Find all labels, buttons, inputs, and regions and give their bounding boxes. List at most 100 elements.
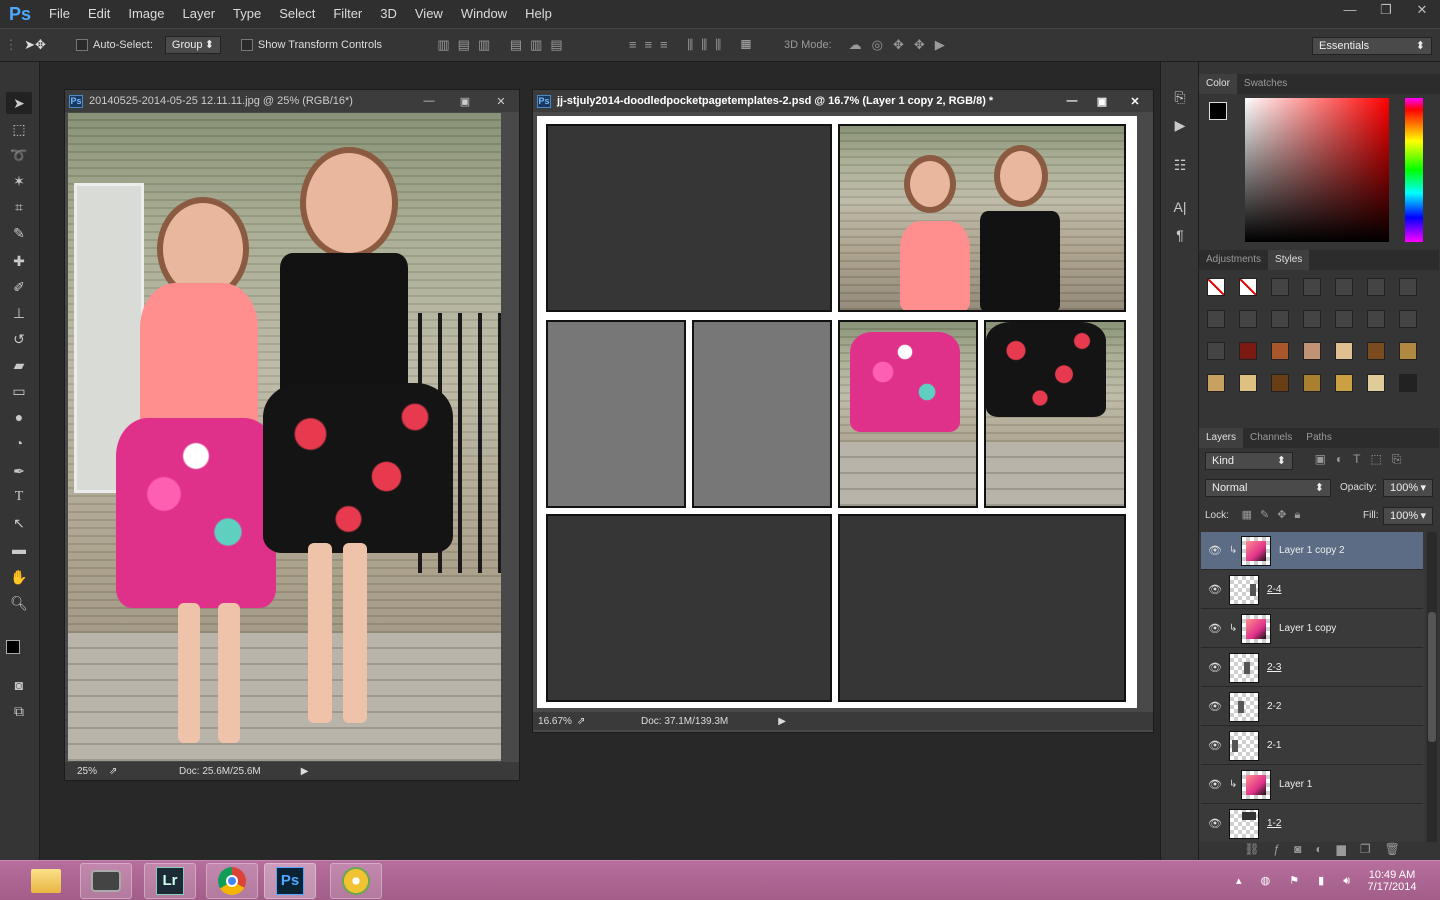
status-arrow-icon[interactable]: ▶ xyxy=(301,766,309,777)
share-icon[interactable]: ⇗ xyxy=(577,716,641,727)
layers-footer-icons[interactable]: ⛓ƒ◙◐▆❐🗑︎ xyxy=(1229,842,1429,860)
visibility-eye-icon[interactable]: 👁︎ xyxy=(1201,778,1229,791)
visibility-eye-icon[interactable]: 👁︎ xyxy=(1201,622,1229,635)
visibility-eye-icon[interactable]: 👁︎ xyxy=(1201,817,1229,830)
share-icon[interactable]: ⇗ xyxy=(109,766,179,777)
photoshop-taskbar-icon[interactable]: Ps xyxy=(264,863,316,899)
zoom-level[interactable]: 16.67% xyxy=(533,716,577,727)
history-panel-icon[interactable]: ⎘ xyxy=(1167,86,1193,108)
paragraph-panel-icon[interactable]: ¶ xyxy=(1167,224,1193,246)
layer-filter-icons[interactable]: ▣◐T⬚⎘ xyxy=(1303,452,1423,467)
style-swatch[interactable] xyxy=(1367,310,1385,328)
align-icons[interactable]: ▥▤▥ ▤▥▤ xyxy=(404,37,604,53)
auto-select-dropdown[interactable]: Group ⬍ xyxy=(164,36,221,54)
quick-mask-icon[interactable]: ◙ xyxy=(6,674,32,696)
doc-close-button[interactable]: ✕ xyxy=(483,95,519,108)
style-swatch[interactable] xyxy=(1239,342,1257,360)
tab-channels[interactable]: Channels xyxy=(1243,428,1299,448)
3d-mode-icons[interactable]: ☁◎✥✥▶ xyxy=(842,37,962,53)
style-swatch[interactable] xyxy=(1335,374,1353,392)
opacity-input[interactable]: 100% ▾ xyxy=(1383,479,1433,497)
pen-tool-icon[interactable]: ✒ xyxy=(6,460,32,482)
layer-row[interactable]: 👁︎ 2-2 xyxy=(1201,688,1423,726)
style-swatch[interactable] xyxy=(1335,310,1353,328)
style-swatch[interactable] xyxy=(1399,310,1417,328)
layer-name[interactable]: 2-3 xyxy=(1267,662,1281,673)
style-swatch[interactable] xyxy=(1207,342,1225,360)
layer-filter-dropdown[interactable]: Kind ⬍ xyxy=(1205,452,1293,470)
restore-button[interactable]: ❐ xyxy=(1368,0,1404,20)
eyedropper-icon[interactable]: ✎ xyxy=(6,222,32,244)
doc-minimize-button[interactable]: — xyxy=(1057,95,1087,107)
doc-close-button[interactable]: ✕ xyxy=(1117,95,1153,108)
transform-controls-checkbox[interactable] xyxy=(240,39,253,51)
style-swatch[interactable] xyxy=(1303,278,1321,296)
clock[interactable]: 10:49 AM 7/17/2014 xyxy=(1352,861,1432,900)
eraser-tool-icon[interactable]: ▰ xyxy=(6,354,32,376)
crop-tool-icon[interactable]: ⌗ xyxy=(6,196,32,218)
style-swatch[interactable] xyxy=(1399,374,1417,392)
chrome-icon[interactable] xyxy=(206,863,258,899)
auto-select-checkbox[interactable] xyxy=(76,39,88,51)
menu-edit[interactable]: Edit xyxy=(79,0,119,28)
actions-panel-icon[interactable]: ▶ xyxy=(1167,114,1193,136)
layer-row[interactable]: 👁︎ ↳ Layer 1 copy xyxy=(1201,610,1423,648)
menu-select[interactable]: Select xyxy=(270,0,324,28)
style-swatch[interactable] xyxy=(1239,310,1257,328)
style-swatch[interactable] xyxy=(1335,278,1353,296)
properties-panel-icon[interactable]: ☷ xyxy=(1167,154,1193,176)
layer-row[interactable]: 👁︎ ↳ Layer 1 xyxy=(1201,766,1423,804)
style-swatch[interactable] xyxy=(1271,374,1289,392)
magic-wand-icon[interactable]: ✶ xyxy=(6,170,32,192)
style-swatch[interactable] xyxy=(1367,374,1385,392)
tab-styles[interactable]: Styles xyxy=(1268,250,1310,270)
tab-paths[interactable]: Paths xyxy=(1299,428,1339,448)
path-selection-icon[interactable]: ↖ xyxy=(6,512,32,534)
style-swatch[interactable] xyxy=(1271,278,1289,296)
zoom-tool-icon[interactable]: 🔍︎ xyxy=(6,592,32,614)
workspace-dropdown[interactable]: Essentials ⬍ xyxy=(1312,37,1432,55)
style-none[interactable] xyxy=(1239,278,1257,296)
screen-mode-icon[interactable]: ⧉ xyxy=(6,700,32,722)
history-brush-icon[interactable]: ↺ xyxy=(6,328,32,350)
layer-name[interactable]: Layer 1 xyxy=(1279,779,1312,790)
style-swatch[interactable] xyxy=(1303,342,1321,360)
menu-file[interactable]: File xyxy=(40,0,79,28)
menu-layer[interactable]: Layer xyxy=(174,0,225,28)
blend-mode-dropdown[interactable]: Normal ⬍ xyxy=(1205,479,1331,497)
layer-name[interactable]: 2-2 xyxy=(1267,701,1281,712)
foreground-color-swatch[interactable] xyxy=(6,640,20,654)
style-swatch[interactable] xyxy=(1335,342,1353,360)
layers-scrollbar[interactable] xyxy=(1427,532,1437,842)
healing-brush-icon[interactable]: ✚ xyxy=(6,250,32,272)
menu-window[interactable]: Window xyxy=(452,0,516,28)
layer-row[interactable]: 👁︎ 2-1 xyxy=(1201,727,1423,765)
lightroom-icon[interactable]: Lr xyxy=(144,863,196,899)
layer-name[interactable]: Layer 1 copy xyxy=(1279,623,1336,634)
style-swatch[interactable] xyxy=(1207,310,1225,328)
style-swatch[interactable] xyxy=(1367,278,1385,296)
tab-layers[interactable]: Layers xyxy=(1199,428,1244,448)
menu-3d[interactable]: 3D xyxy=(371,0,406,28)
brush-tool-icon[interactable]: ✐ xyxy=(6,276,32,298)
doc-maximize-button[interactable]: ▣ xyxy=(447,95,483,108)
cd-burner-icon[interactable] xyxy=(330,863,382,899)
document-window-photo[interactable]: Ps 20140525-2014-05-25 12.11.11.jpg @ 25… xyxy=(64,89,520,781)
layer-row[interactable]: 👁︎ 1-2 xyxy=(1201,805,1423,842)
gradient-tool-icon[interactable]: ▭ xyxy=(6,380,32,402)
style-swatch[interactable] xyxy=(1271,342,1289,360)
color-picker-field[interactable] xyxy=(1245,98,1389,242)
distribute-icons[interactable]: ≡≡≡ ⫼⫼⫼ ▦ xyxy=(604,37,784,53)
tab-color[interactable]: Color xyxy=(1199,74,1237,94)
lock-icons[interactable]: ▦✎✥🔒︎ xyxy=(1235,508,1315,522)
move-tool-icon[interactable]: ➤ xyxy=(6,92,32,114)
character-panel-icon[interactable]: A| xyxy=(1167,196,1193,218)
document-window-template[interactable]: Ps jj-stjuly2014-doodledpocketpagetempla… xyxy=(532,89,1154,733)
zoom-level[interactable]: 25% xyxy=(65,766,109,777)
layer-name[interactable]: 2-4 xyxy=(1267,584,1281,595)
style-swatch[interactable] xyxy=(1271,310,1289,328)
tab-swatches[interactable]: Swatches xyxy=(1237,74,1294,94)
layer-name[interactable]: 2-1 xyxy=(1267,740,1281,751)
menu-help[interactable]: Help xyxy=(516,0,561,28)
fill-input[interactable]: 100% ▾ xyxy=(1383,507,1433,525)
